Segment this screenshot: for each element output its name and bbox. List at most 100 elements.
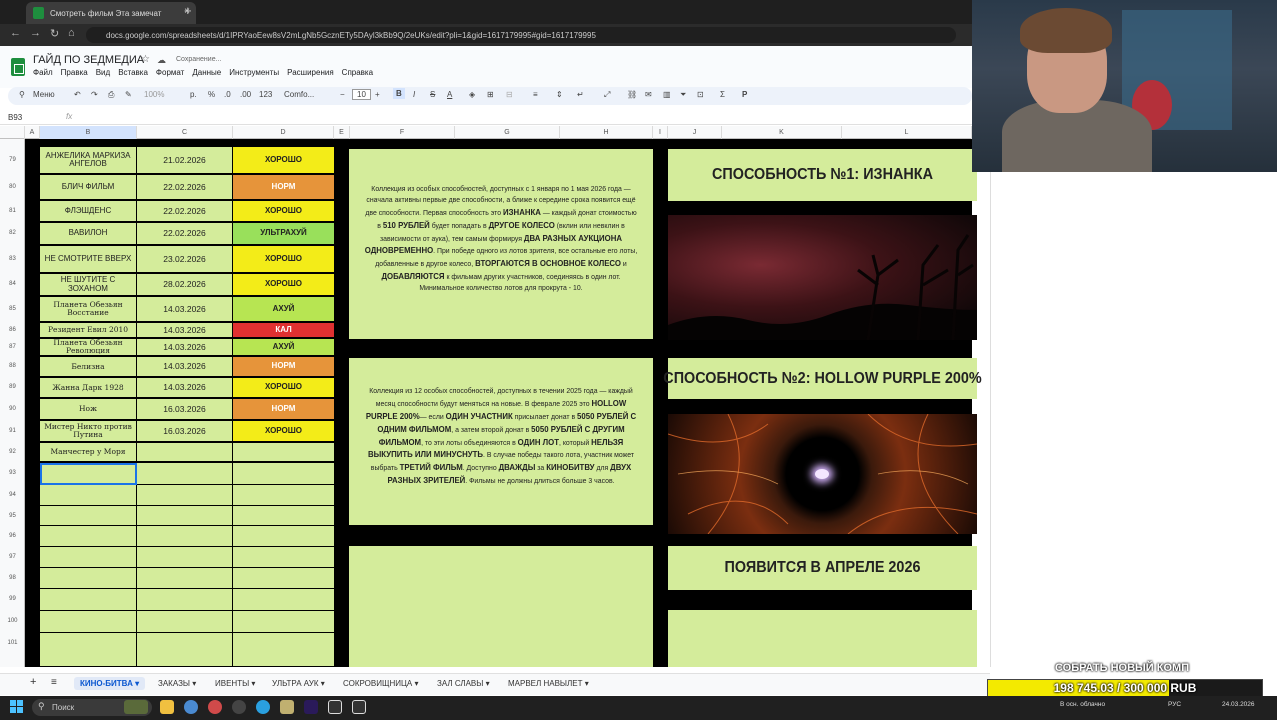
premiere-icon[interactable]	[304, 700, 318, 714]
file-explorer-icon[interactable]	[160, 700, 174, 714]
align-horizontal-icon[interactable]: ≡	[533, 90, 538, 99]
rating-cell[interactable]: ХОРОШО	[233, 378, 334, 397]
movie-title-cell[interactable]: БЛИЧ ФИЛЬМ	[40, 175, 137, 199]
back-icon[interactable]: ←	[10, 27, 21, 39]
rating-cell[interactable]: ХОРОШО	[233, 421, 334, 441]
row-number[interactable]: 94	[0, 492, 25, 498]
movie-title-cell[interactable]: Нож	[40, 399, 137, 419]
row-number[interactable]: 83	[0, 256, 25, 262]
empty-cell[interactable]	[233, 611, 334, 632]
sheet-tab-ultra-auk[interactable]: УЛЬТРА АУК ▾	[272, 679, 325, 688]
empty-cell[interactable]	[233, 506, 334, 525]
search-highlight-icon[interactable]	[124, 700, 148, 714]
empty-cell[interactable]	[137, 568, 233, 588]
font-size-input[interactable]: 10	[352, 89, 371, 100]
row-number[interactable]: 92	[0, 449, 25, 455]
row-number[interactable]: 85	[0, 306, 25, 312]
menu-data[interactable]: Данные	[192, 68, 221, 77]
row-number[interactable]: 95	[0, 513, 25, 519]
paint-format-icon[interactable]: ✎	[125, 90, 132, 99]
percent-format-button[interactable]: %	[208, 90, 215, 99]
menu-format[interactable]: Формат	[156, 68, 184, 77]
currency-format-button[interactable]: р.	[190, 90, 197, 99]
empty-cell[interactable]	[233, 633, 334, 666]
wrap-text-icon[interactable]: ↵	[577, 90, 584, 99]
date-cell[interactable]: 14.03.2026	[137, 323, 233, 337]
fill-color-icon[interactable]: ◈	[469, 90, 475, 99]
empty-cell[interactable]	[40, 611, 137, 632]
movie-title-cell[interactable]: ФЛЭШДЕНС	[40, 201, 137, 221]
add-sheet-button[interactable]: +	[30, 676, 36, 688]
all-sheets-button[interactable]: ≡	[51, 677, 57, 688]
text-rotation-icon[interactable]: ⤢	[604, 90, 610, 100]
menu-tools[interactable]: Инструменты	[229, 68, 279, 77]
home-icon[interactable]: ⌂	[68, 27, 75, 39]
empty-cell[interactable]	[40, 589, 137, 610]
menu-insert[interactable]: Вставка	[118, 68, 148, 77]
date-cell[interactable]: 23.02.2026	[137, 246, 233, 272]
col-header-g[interactable]: G	[455, 126, 560, 139]
movie-title-cell[interactable]: НЕ ШУТИТЕ С ЗОХАНОМ	[40, 274, 137, 295]
date-cell[interactable]: 16.03.2026	[137, 399, 233, 419]
rating-cell[interactable]: АХУЙ	[233, 339, 334, 355]
empty-cell[interactable]	[40, 506, 137, 525]
input-tools-icon[interactable]: P	[742, 90, 747, 99]
rating-cell[interactable]: ХОРОШО	[233, 147, 334, 173]
empty-cell[interactable]	[137, 547, 233, 567]
movie-title-cell[interactable]: Планета Обезьян Восстание	[40, 297, 137, 321]
increase-decimal-button[interactable]: .00	[240, 90, 251, 99]
rating-cell[interactable]: КАЛ	[233, 323, 334, 337]
number-format-button[interactable]: 123	[259, 90, 272, 99]
selected-cell-b93[interactable]	[40, 463, 137, 485]
col-header-c[interactable]: C	[137, 126, 233, 139]
empty-cell[interactable]	[233, 485, 334, 505]
windows-start-icon[interactable]	[10, 700, 24, 714]
empty-cell[interactable]	[137, 485, 233, 505]
col-header-h[interactable]: H	[560, 126, 653, 139]
row-number[interactable]: 98	[0, 575, 25, 581]
weather-status[interactable]: В осн. облачно	[1060, 701, 1105, 708]
menu-edit[interactable]: Правка	[61, 68, 88, 77]
row-number[interactable]: 97	[0, 554, 25, 560]
row-number[interactable]: 89	[0, 384, 25, 390]
document-title[interactable]: ГАЙД ПО ЗЕДМЕДИА	[33, 54, 144, 66]
language-indicator[interactable]: РУС	[1168, 701, 1181, 708]
movie-title-cell[interactable]: Манчестер у Моря	[40, 443, 137, 461]
insert-chart-icon[interactable]: ▥	[663, 90, 671, 99]
rating-cell[interactable]: АХУЙ	[233, 297, 334, 321]
empty-cell[interactable]	[233, 547, 334, 567]
font-size-increase-icon[interactable]: +	[375, 90, 380, 99]
rating-cell[interactable]	[233, 443, 334, 461]
menu-extensions[interactable]: Расширения	[287, 68, 334, 77]
sheet-tab-kino-bitva[interactable]: КИНО-БИТВА ▾	[74, 677, 146, 690]
col-header-i[interactable]: I	[653, 126, 668, 139]
row-number[interactable]: 80	[0, 184, 25, 190]
empty-cell[interactable]	[233, 526, 334, 546]
insert-comment-icon[interactable]: ✉	[645, 90, 652, 99]
row-number[interactable]: 84	[0, 281, 25, 287]
reload-icon[interactable]: ↻	[50, 27, 59, 40]
col-header-b[interactable]: B	[40, 126, 137, 139]
app-icon-yellow[interactable]	[280, 700, 294, 714]
empty-cell[interactable]	[137, 611, 233, 632]
empty-cell[interactable]	[233, 568, 334, 588]
rating-cell[interactable]: УЛЬТРАХУЙ	[233, 223, 334, 244]
date-cell[interactable]: 28.02.2026	[137, 274, 233, 295]
font-size-decrease-icon[interactable]: −	[340, 90, 345, 99]
menu-search-button[interactable]: Меню	[33, 90, 55, 99]
empty-cell[interactable]	[137, 633, 233, 666]
browser-tab[interactable]: Смотреть фильм Эта замечат ×	[26, 2, 196, 24]
name-box[interactable]: B93	[8, 113, 22, 122]
telegram-icon[interactable]	[256, 700, 270, 714]
row-number[interactable]: 93	[0, 470, 25, 476]
row-number[interactable]: 100	[0, 618, 25, 624]
col-header-j[interactable]: J	[668, 126, 722, 139]
row-number[interactable]: 101	[0, 640, 25, 646]
movie-title-cell[interactable]: Жанна Дарк 1928	[40, 378, 137, 397]
col-header-f[interactable]: F	[350, 126, 455, 139]
sheet-tab-iventy[interactable]: ИВЕНТЫ ▾	[215, 679, 255, 688]
movie-title-cell[interactable]: ВАВИЛОН	[40, 223, 137, 244]
row-number[interactable]: 88	[0, 363, 25, 369]
movie-title-cell[interactable]: Мистер Никто против Путина	[40, 421, 137, 441]
star-icon[interactable]: ☆	[141, 54, 150, 65]
